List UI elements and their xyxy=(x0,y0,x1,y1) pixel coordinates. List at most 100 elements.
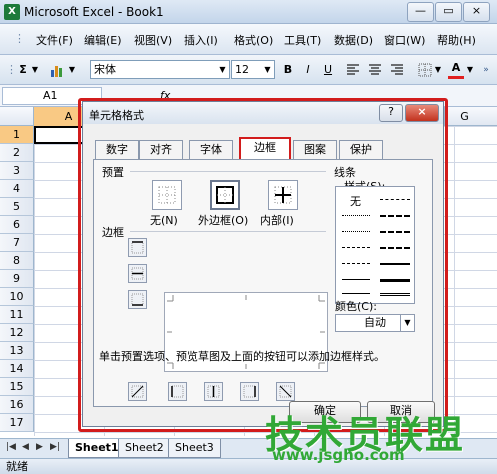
color-select[interactable]: 自动 ▼ xyxy=(335,314,415,332)
line-style-option[interactable] xyxy=(380,231,410,233)
line-style-option[interactable] xyxy=(380,263,410,265)
line-style-option[interactable] xyxy=(342,247,370,248)
align-right-icon[interactable] xyxy=(388,60,406,80)
preset-none-button[interactable] xyxy=(152,180,182,210)
tab-alignment[interactable]: 对齐 xyxy=(139,140,183,159)
italic-button[interactable]: I xyxy=(300,60,316,80)
line-style-option[interactable] xyxy=(342,215,370,216)
next-sheet-icon[interactable]: ▶ xyxy=(36,442,43,452)
line-style-option[interactable] xyxy=(342,231,370,232)
sheet-tab-2[interactable]: Sheet2 xyxy=(118,439,171,458)
row-header[interactable]: 14 xyxy=(0,360,34,378)
toolbar-grip-icon: ⋮ xyxy=(6,63,17,76)
row-header[interactable]: 7 xyxy=(0,234,34,252)
line-style-option[interactable] xyxy=(380,279,410,282)
border-diagonal-up-button[interactable] xyxy=(128,382,147,401)
line-style-option[interactable] xyxy=(380,247,410,249)
watermark-url: www.jsgho.com xyxy=(272,446,405,464)
align-center-icon[interactable] xyxy=(366,60,384,80)
line-style-option[interactable] xyxy=(380,293,410,296)
line-style-none[interactable]: 无 xyxy=(350,193,361,209)
row-header[interactable]: 9 xyxy=(0,270,34,288)
close-button[interactable]: × xyxy=(463,2,490,22)
border-bottom-button[interactable] xyxy=(128,290,147,309)
row-header[interactable]: 10 xyxy=(0,288,34,306)
select-all-corner[interactable] xyxy=(0,107,34,126)
row-header[interactable]: 6 xyxy=(0,216,34,234)
border-top-button[interactable] xyxy=(128,238,147,257)
row-header[interactable]: 5 xyxy=(0,198,34,216)
sheet-tab-1[interactable]: Sheet1 xyxy=(68,439,126,458)
row-header[interactable]: 4 xyxy=(0,180,34,198)
line-style-option[interactable] xyxy=(342,279,370,280)
borders-icon[interactable] xyxy=(416,60,434,80)
preset-inside-label: 内部(I) xyxy=(260,214,294,227)
line-style-list[interactable]: 无 xyxy=(335,186,415,304)
row-header[interactable]: 12 xyxy=(0,324,34,342)
border-right-button[interactable] xyxy=(240,382,259,401)
row-header[interactable]: 1 xyxy=(0,126,34,144)
column-header-g[interactable]: G xyxy=(444,107,484,126)
font-color-button[interactable]: A xyxy=(448,60,464,79)
border-left-button[interactable] xyxy=(168,382,187,401)
border-top-icon xyxy=(131,241,144,254)
menu-edit[interactable]: 编辑(E) xyxy=(84,32,122,48)
menu-data[interactable]: 数据(D) xyxy=(334,32,373,48)
chevron-down-icon[interactable]: ▼ xyxy=(216,61,229,78)
tab-number[interactable]: 数字 xyxy=(95,140,139,159)
line-style-option[interactable] xyxy=(380,215,410,217)
dialog-close-button[interactable]: × xyxy=(405,104,439,122)
row-header[interactable]: 8 xyxy=(0,252,34,270)
tab-border[interactable]: 边框 xyxy=(239,137,291,160)
line-style-option-selected[interactable] xyxy=(342,293,370,294)
tab-font[interactable]: 字体 xyxy=(189,140,233,159)
font-name-combo[interactable]: 宋体 ▼ xyxy=(90,60,230,79)
menu-insert[interactable]: 插入(I) xyxy=(184,32,218,48)
borders-dropdown-icon[interactable]: ▼ xyxy=(434,60,442,80)
line-style-option[interactable] xyxy=(342,263,370,264)
dialog-title-bar: 单元格格式 ? × xyxy=(83,102,443,124)
tab-protection[interactable]: 保护 xyxy=(339,140,383,159)
prev-sheet-icon[interactable]: ◀ xyxy=(22,442,29,452)
preset-outline-button[interactable] xyxy=(210,180,240,210)
row-header[interactable]: 11 xyxy=(0,306,34,324)
border-middle-horizontal-button[interactable] xyxy=(128,264,147,283)
row-header[interactable]: 3 xyxy=(0,162,34,180)
border-diagonal-down-button[interactable] xyxy=(276,382,295,401)
chart-dropdown-icon[interactable]: ▼ xyxy=(68,60,76,80)
toolbar-options-icon[interactable]: » xyxy=(480,60,492,80)
row-header[interactable]: 13 xyxy=(0,342,34,360)
autosum-button[interactable]: Σ xyxy=(16,60,30,80)
border-bottom-icon xyxy=(131,293,144,306)
border-middle-vertical-button[interactable] xyxy=(204,382,223,401)
font-color-dropdown-icon[interactable]: ▼ xyxy=(466,60,474,80)
bold-button[interactable]: B xyxy=(280,60,296,80)
row-header[interactable]: 16 xyxy=(0,396,34,414)
underline-button[interactable]: U xyxy=(320,60,336,80)
preset-inside-button[interactable] xyxy=(268,180,298,210)
row-header[interactable]: 15 xyxy=(0,378,34,396)
autosum-dropdown-icon[interactable]: ▼ xyxy=(30,60,40,80)
minimize-button[interactable]: — xyxy=(407,2,434,22)
align-left-icon[interactable] xyxy=(344,60,362,80)
menu-help[interactable]: 帮助(H) xyxy=(437,32,476,48)
sheet-tab-3[interactable]: Sheet3 xyxy=(168,439,221,458)
chevron-down-icon[interactable]: ▼ xyxy=(400,315,414,331)
last-sheet-icon[interactable]: ▶| xyxy=(50,442,60,452)
menu-window[interactable]: 窗口(W) xyxy=(384,32,425,48)
menu-tools[interactable]: 工具(T) xyxy=(284,32,321,48)
line-style-option[interactable] xyxy=(380,199,410,200)
maximize-button[interactable]: ▭ xyxy=(435,2,462,22)
chart-wizard-icon[interactable] xyxy=(48,60,66,80)
preset-none-label: 无(N) xyxy=(150,214,178,227)
tab-pattern[interactable]: 图案 xyxy=(293,140,337,159)
font-size-combo[interactable]: 12 ▼ xyxy=(231,60,275,79)
row-header[interactable]: 17 xyxy=(0,414,34,432)
first-sheet-icon[interactable]: |◀ xyxy=(6,442,16,452)
menu-view[interactable]: 视图(V) xyxy=(134,32,172,48)
help-button[interactable]: ? xyxy=(379,104,403,122)
menu-file[interactable]: 文件(F) xyxy=(36,32,73,48)
menu-format[interactable]: 格式(O) xyxy=(234,32,273,48)
chevron-down-icon[interactable]: ▼ xyxy=(261,61,274,78)
row-header[interactable]: 2 xyxy=(0,144,34,162)
